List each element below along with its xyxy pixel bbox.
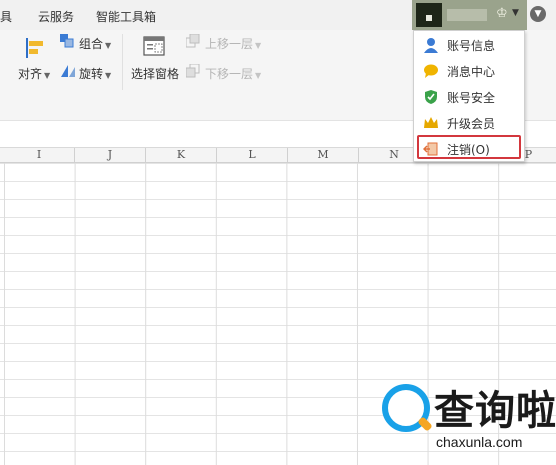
send-backward-label: 下移一层 [205, 67, 254, 81]
rotate-button[interactable]: 旋转 ▼ [79, 65, 111, 82]
menu-item-label: 账号安全 [447, 91, 496, 105]
account-name-blurred [447, 9, 487, 21]
send-backward-button[interactable]: 下移一层 ▼ [205, 65, 261, 82]
column-header[interactable]: J [75, 148, 146, 162]
ribbon-separator [122, 34, 123, 90]
logout-highlight-box [417, 135, 521, 159]
magnifier-logo-icon [382, 384, 430, 432]
bring-forward-icon [185, 33, 200, 48]
group-icon [60, 34, 74, 48]
menu-item-account-info[interactable]: 账号信息 [414, 32, 524, 58]
rotate-icon [60, 64, 76, 78]
shield-check-icon [423, 89, 439, 105]
account-header[interactable]: ♔ ▼ [412, 0, 527, 30]
bring-forward-label: 上移一层 [205, 37, 254, 51]
rotate-label: 旋转 [79, 67, 104, 81]
menu-smart-toolbox[interactable]: 智能工具箱 [96, 8, 156, 25]
menu-item-upgrade-member[interactable]: 升级会员 [414, 110, 524, 136]
avatar[interactable] [416, 3, 442, 27]
message-bubble-icon [423, 63, 439, 79]
menu-item-label: 升级会员 [447, 117, 496, 131]
menu-tools[interactable]: 具 [0, 8, 12, 25]
chevron-down-icon: ▼ [44, 71, 51, 80]
align-icon [24, 38, 46, 58]
user-icon [423, 37, 439, 53]
chevron-down-icon: ▼ [105, 41, 112, 50]
skin-icon[interactable]: ▼ [530, 6, 546, 22]
menu-item-label: 账号信息 [447, 39, 496, 53]
menu-item-label: 消息中心 [447, 65, 496, 79]
crown-icon: ♔ [496, 6, 508, 21]
menu-item-message-center[interactable]: 消息中心 [414, 58, 524, 84]
chevron-down-icon: ▼ [105, 71, 112, 80]
align-button[interactable]: 对齐 ▼ [18, 65, 50, 82]
menu-cloud-service[interactable]: 云服务 [38, 8, 74, 25]
watermark: 查询啦 chaxunla.com [380, 380, 556, 465]
column-header[interactable]: K [146, 148, 217, 162]
group-label: 组合 [79, 37, 104, 51]
column-header[interactable]: M [288, 148, 359, 162]
chevron-down-icon: ▼ [255, 41, 262, 50]
selection-pane-button[interactable]: 选择窗格 [131, 65, 179, 82]
selection-pane-icon [143, 36, 165, 58]
account-dropdown-menu: 账号信息 消息中心 账号安全 升级会员 注销(O) [413, 30, 525, 162]
group-button[interactable]: 组合 ▼ [79, 35, 111, 52]
column-header[interactable]: I [4, 148, 75, 162]
align-label: 对齐 [18, 67, 43, 81]
menu-item-account-security[interactable]: 账号安全 [414, 84, 524, 110]
chevron-down-icon[interactable]: ▼ [512, 8, 519, 18]
watermark-brand: 查询啦 [434, 388, 556, 434]
watermark-url: chaxunla.com [436, 434, 523, 450]
chevron-down-icon: ▼ [255, 71, 262, 80]
crown-icon [423, 115, 439, 131]
send-backward-icon [185, 63, 200, 78]
column-header[interactable]: L [217, 148, 288, 162]
bring-forward-button[interactable]: 上移一层 ▼ [205, 35, 261, 52]
